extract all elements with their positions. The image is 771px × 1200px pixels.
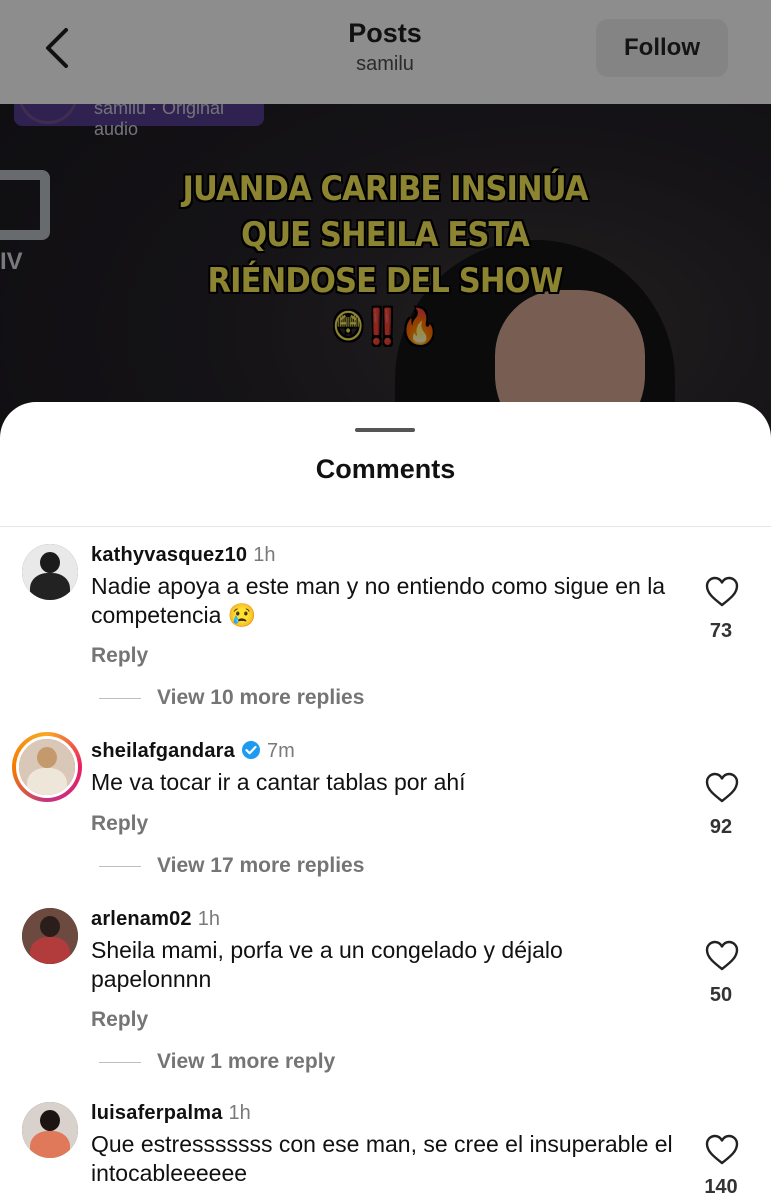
like-count: 140 xyxy=(704,1176,738,1198)
view-replies-button[interactable]: View 17 more replies xyxy=(91,854,364,878)
comment-text: Sheila mami, porfa ve a un congelado y d… xyxy=(91,937,563,992)
comment-header: sheilafgandara 7m xyxy=(91,740,295,763)
back-button[interactable] xyxy=(38,26,78,70)
like-button[interactable] xyxy=(705,1134,739,1166)
page-title: Posts xyxy=(348,18,422,48)
comment-username[interactable]: arlenam02 xyxy=(91,908,192,930)
comment-time: 7m xyxy=(266,740,295,762)
replies-divider-line xyxy=(99,865,141,867)
view-replies-button[interactable]: View 1 more reply xyxy=(91,1050,335,1074)
comment-username[interactable]: sheilafgandara xyxy=(91,740,235,762)
comment-text: Nadie apoya a este man y no entiendo com… xyxy=(91,573,666,628)
comment-time: 1h xyxy=(228,1102,251,1124)
comment-time: 1h xyxy=(253,544,276,566)
like-count: 73 xyxy=(709,620,733,642)
comment-header: kathyvasquez10 1h xyxy=(91,544,275,567)
reply-button[interactable]: Reply xyxy=(91,812,148,836)
sheet-drag-handle[interactable] xyxy=(355,428,415,432)
heart-icon xyxy=(705,1134,739,1165)
comment-time: 1h xyxy=(197,908,221,930)
view-replies-button[interactable]: View 10 more replies xyxy=(91,686,364,710)
top-bar: Posts samilu Follow xyxy=(0,0,771,104)
avatar[interactable] xyxy=(22,908,78,964)
like-button[interactable] xyxy=(705,772,739,804)
divider xyxy=(0,526,771,527)
header-title-group: Posts samilu xyxy=(285,18,485,76)
view-replies-label: View 1 more reply xyxy=(157,1050,336,1073)
replies-divider-line xyxy=(99,697,141,699)
verified-badge-icon xyxy=(241,741,260,759)
heart-icon xyxy=(705,772,739,803)
page-subtitle[interactable]: samilu xyxy=(285,53,485,76)
view-replies-label: View 10 more replies xyxy=(157,686,365,709)
like-button[interactable] xyxy=(705,576,739,608)
heart-icon xyxy=(705,940,739,971)
like-count: 92 xyxy=(709,816,733,838)
comment-header: luisaferpalma 1h xyxy=(91,1102,251,1125)
like-count: 50 xyxy=(709,984,733,1006)
chevron-left-icon xyxy=(46,28,68,68)
follow-button[interactable]: Follow xyxy=(596,19,728,77)
heart-icon xyxy=(705,576,739,607)
view-replies-label: View 17 more replies xyxy=(157,854,365,877)
comments-title: Comments xyxy=(315,454,456,484)
like-button[interactable] xyxy=(705,940,739,972)
avatar[interactable] xyxy=(22,544,78,600)
avatar-story-ring[interactable] xyxy=(12,732,82,802)
comment-username[interactable]: luisaferpalma xyxy=(91,1102,223,1124)
comment-header: arlenam02 1h xyxy=(91,908,220,931)
comment-text: Me va tocar ir a cantar tablas por ahí xyxy=(91,769,466,795)
reply-button[interactable]: Reply xyxy=(91,1008,148,1032)
comments-sheet: Comments kathyvasquez10 1h Nadie apoya a … xyxy=(0,402,771,1200)
reply-button[interactable]: Reply xyxy=(91,644,148,668)
comment-text: Que estresssssss con ese man, se cree el… xyxy=(91,1131,673,1186)
comment-username[interactable]: kathyvasquez10 xyxy=(91,544,247,566)
replies-divider-line xyxy=(99,1061,141,1063)
avatar[interactable] xyxy=(22,1102,78,1158)
